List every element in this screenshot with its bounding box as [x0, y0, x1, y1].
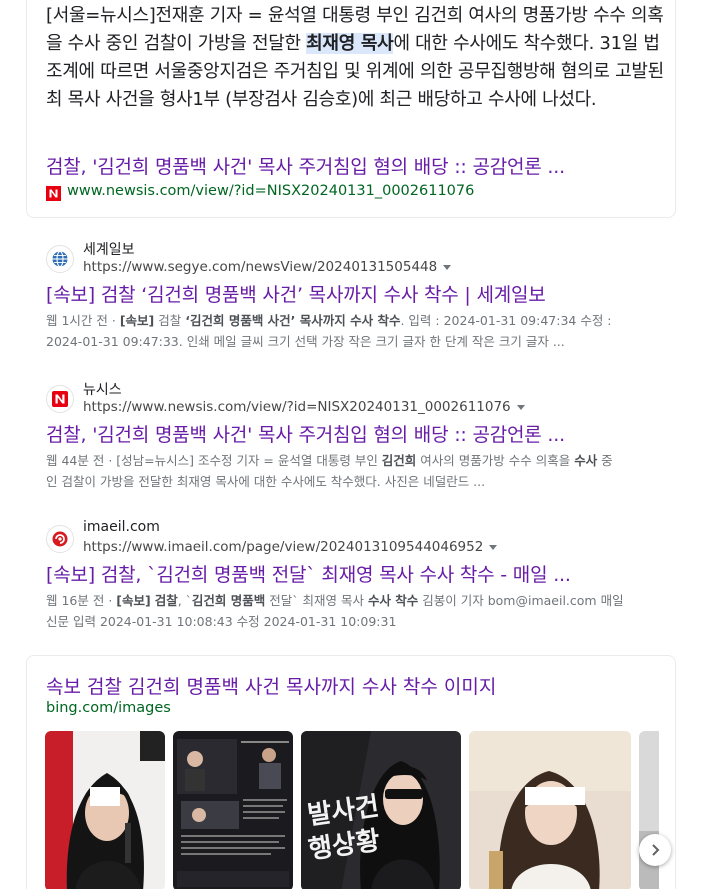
result-title-link[interactable]: [속보] 검찰, `김건희 명품백 전달` 최재영 목사 수사 착수 - 매일 … — [46, 563, 571, 587]
result-site-name: 뉴시스 — [83, 382, 122, 398]
image-thumbnail[interactable] — [469, 731, 631, 889]
top-result-snippet: [서울=뉴시스]전재훈 기자 = 윤석열 대통령 부인 김건희 여사의 명품가방… — [46, 2, 666, 114]
result-site-name: imaeil.com — [83, 519, 160, 535]
image-thumbnail[interactable] — [173, 731, 293, 889]
chevron-down-icon[interactable] — [489, 544, 498, 550]
result-desc-line2: 신문 입력 2024-01-31 10:08:43 수정 2024-01-31 … — [46, 614, 397, 629]
result-url[interactable]: https://www.segye.com/newsView/202401315… — [83, 259, 452, 275]
chevron-down-icon[interactable] — [516, 404, 525, 410]
result-desc-line1: 웹 16분 전 · [속보] 검찰, `김건희 명품백 전달` 최재영 목사 수… — [46, 593, 624, 608]
result-title-link[interactable]: [속보] 검찰 ‘김건희 명품백 사건’ 목사까지 수사 착수 | 세계일보 — [46, 283, 546, 307]
result-description: 웹 16분 전 · [속보] 검찰, `김건희 명품백 전달` 최재영 목사 수… — [46, 590, 658, 632]
chevron-right-icon — [652, 844, 660, 856]
result-desc-line1: 웹 44분 전 · [성남=뉴시스] 조수정 기자 = 윤석열 대통령 부인 김… — [46, 453, 613, 468]
result-desc-line1: 웹 1시간 전 · [속보] 검찰 ‘김건희 명품백 사건’ 목사까지 수사 착… — [46, 313, 612, 328]
result-url-text: https://www.segye.com/newsView/202401315… — [83, 259, 438, 275]
top-result-url[interactable]: www.newsis.com/view/?id=NISX20240131_000… — [67, 183, 474, 199]
newsis-favicon-icon — [46, 385, 74, 413]
images-title-link[interactable]: 속보 검찰 김건희 명품백 사건 목사까지 수사 착수 이미지 — [46, 672, 496, 699]
result-description: 웹 44분 전 · [성남=뉴시스] 조수정 기자 = 윤석열 대통령 부인 김… — [46, 450, 658, 492]
tv-capture-thumbnail-icon — [173, 731, 293, 889]
top-result-link[interactable]: 검찰, '김건희 명품백 사건' 목사 주거침입 혐의 배당 :: 공감언론 .… — [46, 155, 565, 179]
chevron-down-icon[interactable] — [443, 264, 452, 270]
image-thumbnail[interactable] — [45, 731, 165, 889]
news-photo-thumbnail-icon: 발사건 행상황 — [301, 731, 461, 889]
photo-thumbnail-icon — [45, 731, 165, 889]
next-images-button[interactable] — [639, 834, 671, 866]
result-site-name: 세계일보 — [83, 242, 135, 258]
result-title-link[interactable]: 검찰, '김건희 명품백 사건' 목사 주거침입 혐의 배당 :: 공감언론 .… — [46, 423, 565, 447]
segye-favicon-icon — [46, 245, 74, 273]
photo-thumbnail-icon — [469, 731, 631, 889]
result-url[interactable]: https://www.imaeil.com/page/view/2024013… — [83, 539, 498, 555]
result-url[interactable]: https://www.newsis.com/view/?id=NISX2024… — [83, 399, 525, 415]
newsis-mini-icon — [46, 186, 61, 201]
imaeil-favicon-icon — [46, 525, 74, 553]
result-desc-line2: 인 검찰이 가방을 전달한 최재영 목사에 대한 수사에도 착수했다. 사진은 … — [46, 474, 486, 489]
snippet-highlight: 최재영 목사 — [306, 33, 394, 54]
result-desc-line2: 2024-01-31 09:47:33. 인쇄 메일 글씨 크기 선택 가장 작… — [46, 334, 565, 349]
result-url-text: https://www.newsis.com/view/?id=NISX2024… — [83, 399, 511, 415]
images-source[interactable]: bing.com/images — [46, 700, 171, 716]
result-url-text: https://www.imaeil.com/page/view/2024013… — [83, 539, 484, 555]
image-thumbnail[interactable]: 발사건 행상황 — [301, 731, 461, 889]
result-description: 웹 1시간 전 · [속보] 검찰 ‘김건희 명품백 사건’ 목사까지 수사 착… — [46, 310, 658, 352]
